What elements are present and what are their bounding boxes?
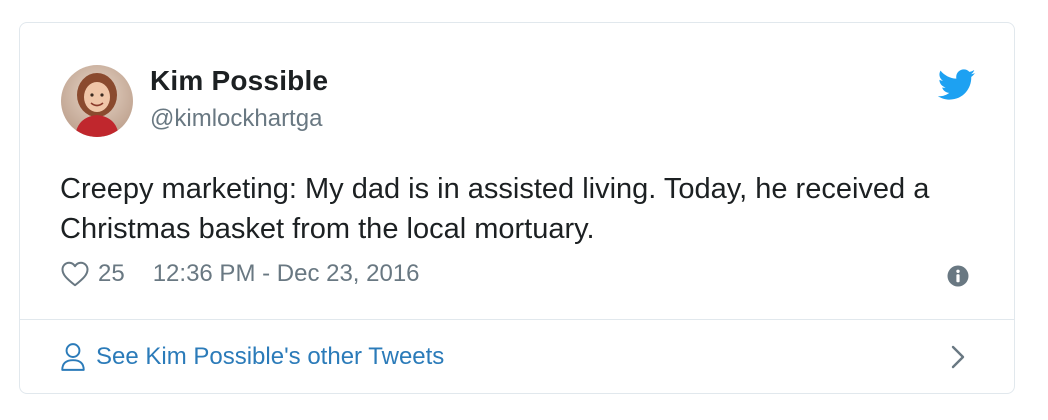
author-name[interactable]: Kim Possible [150, 65, 328, 97]
other-tweets-label[interactable]: See Kim Possible's other Tweets [96, 343, 444, 371]
tweet-card: Kim Possible @kimlockhartga Creepy marke… [19, 22, 1015, 394]
twitter-bird-icon[interactable] [938, 69, 976, 101]
avatar-image [61, 65, 133, 137]
tweet-text: Creepy marketing: My dad is in assisted … [60, 173, 930, 245]
like-count[interactable]: 25 [98, 260, 125, 288]
tweet-meta: 25 12:36 PM - Dec 23, 2016 [60, 257, 420, 291]
author-handle[interactable]: @kimlockhartga [150, 105, 322, 133]
person-icon [61, 343, 85, 371]
other-tweets-link[interactable]: See Kim Possible's other Tweets [60, 339, 444, 375]
avatar[interactable] [61, 65, 133, 137]
tweet-timestamp[interactable]: 12:36 PM - Dec 23, 2016 [153, 260, 420, 288]
divider [20, 319, 1014, 320]
chevron-right-icon[interactable] [948, 344, 968, 370]
info-icon[interactable] [947, 265, 969, 287]
heart-icon[interactable] [60, 259, 90, 289]
